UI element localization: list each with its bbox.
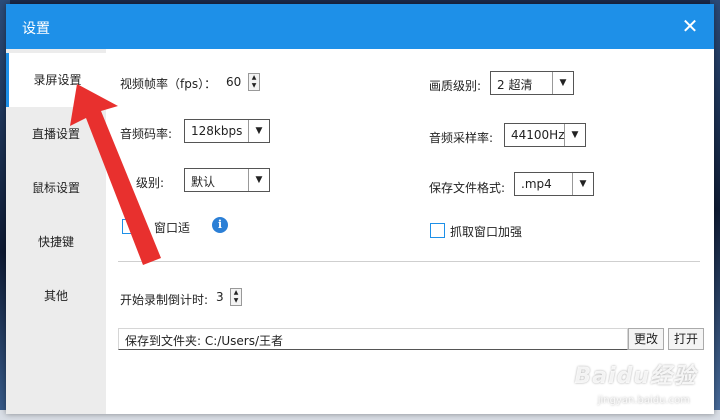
level-label: 级别: <box>136 176 165 190</box>
quality-select[interactable]: 2 超清 ▼ <box>490 71 574 95</box>
chevron-down-icon: ▼ <box>248 120 269 142</box>
change-folder-button[interactable]: 更改 <box>628 328 664 350</box>
watermark-url: jingyan.baidu.com <box>597 395 690 406</box>
sample-rate-label: 音频采样率: <box>429 131 494 145</box>
title-bar: 设置 ✕ <box>6 4 714 49</box>
quality-label: 画质级别: <box>429 79 482 93</box>
watermark-logo: Baidu经验 <box>574 364 696 389</box>
open-folder-button[interactable]: 打开 <box>668 328 704 350</box>
section-divider <box>118 261 700 262</box>
save-path-label: 保存到文件夹: <box>125 334 202 348</box>
sidebar: 录屏设置 直播设置 鼠标设置 快捷键 其他 <box>6 49 106 414</box>
countdown-value: 3 <box>216 290 224 304</box>
spinner-arrows-icon[interactable]: ▲ ▼ <box>230 288 242 306</box>
level-select[interactable]: 默认 ▼ <box>184 168 270 192</box>
audio-bitrate-label: 音频码率: <box>120 127 173 141</box>
capture-boost-checkbox[interactable] <box>430 223 445 238</box>
info-icon[interactable]: i <box>212 217 228 233</box>
chevron-down-icon: ▼ <box>248 169 269 191</box>
sample-rate-select[interactable]: 44100Hz ▼ <box>504 123 586 147</box>
sidebar-item-mouse[interactable]: 鼠标设置 <box>6 161 106 215</box>
sidebar-item-label: 其他 <box>43 289 68 303</box>
sample-rate-value: 44100Hz <box>511 128 565 142</box>
format-label: 保存文件格式: <box>429 181 506 195</box>
save-path-field[interactable]: 保存到文件夹: C:/Users/王者 <box>118 328 628 350</box>
chevron-down-icon: ▼ <box>564 124 585 146</box>
countdown-label: 开始录制倒计时: <box>120 293 209 307</box>
sidebar-item-label: 录屏设置 <box>33 73 82 87</box>
sidebar-item-other[interactable]: 其他 <box>6 269 106 323</box>
close-icon[interactable]: ✕ <box>678 14 702 38</box>
fps-value: 60 <box>226 75 242 89</box>
sidebar-item-label: 鼠标设置 <box>31 181 80 195</box>
spinner-arrows-icon[interactable]: ▲ ▼ <box>248 73 260 91</box>
quality-value: 2 超清 <box>497 78 533 92</box>
format-value: .mp4 <box>521 177 552 191</box>
sidebar-item-label: 快捷键 <box>37 235 74 249</box>
sidebar-item-record[interactable]: 录屏设置 <box>6 53 106 107</box>
level-value: 默认 <box>191 175 216 189</box>
dialog-title: 设置 <box>22 21 50 37</box>
settings-dialog: 设置 ✕ 录屏设置 直播设置 鼠标设置 快捷键 其他 视频帧率（fps）： 60… <box>6 4 714 414</box>
chevron-down-icon: ▼ <box>572 173 593 195</box>
audio-bitrate-select[interactable]: 128kbps ▼ <box>184 119 270 143</box>
chevron-down-icon: ▼ <box>552 72 573 94</box>
countdown-spinner[interactable]: 3 ▲ ▼ <box>214 288 242 308</box>
sidebar-item-hotkeys[interactable]: 快捷键 <box>6 215 106 269</box>
window-fit-checkbox[interactable] <box>122 219 137 234</box>
capture-boost-label: 抓取窗口加强 <box>450 225 523 239</box>
format-select[interactable]: .mp4 ▼ <box>514 172 594 196</box>
fps-spinner[interactable]: 60 ▲ ▼ <box>224 73 260 93</box>
fps-label: 视频帧率（fps）： <box>120 77 217 91</box>
window-fit-label: 窗口适 <box>154 221 191 235</box>
sidebar-item-live[interactable]: 直播设置 <box>6 107 106 161</box>
audio-bitrate-value: 128kbps <box>191 124 243 138</box>
save-path-value: C:/Users/王者 <box>204 334 283 348</box>
sidebar-item-label: 直播设置 <box>31 127 80 141</box>
